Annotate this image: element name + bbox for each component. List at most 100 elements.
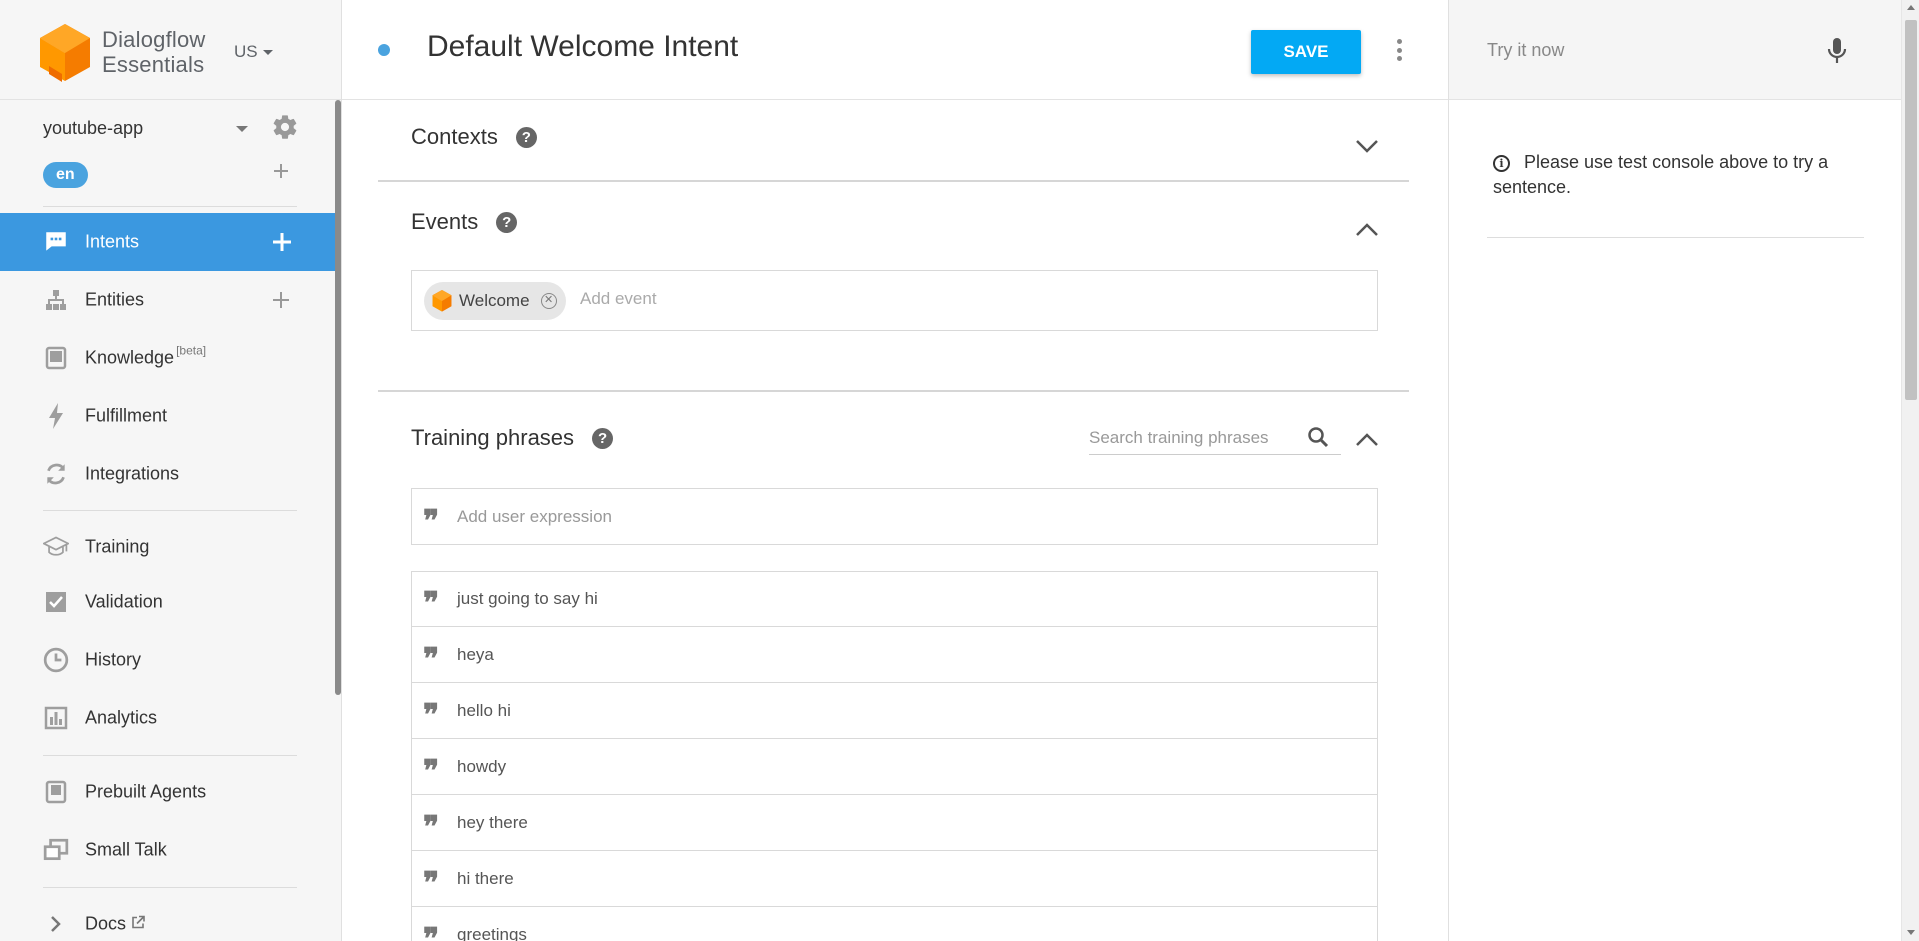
info-icon: i bbox=[1493, 155, 1510, 172]
remove-event-icon[interactable]: ✕ bbox=[540, 293, 557, 309]
training-phrase-text[interactable]: greetings bbox=[457, 925, 527, 941]
event-chip[interactable]: Welcome ✕ bbox=[424, 282, 566, 320]
training-phrase-text[interactable]: hi there bbox=[457, 869, 514, 889]
quote-icon: ❞ bbox=[423, 925, 439, 941]
search-icon[interactable] bbox=[1306, 425, 1330, 449]
graduation-cap-icon bbox=[43, 534, 69, 560]
sidebar-item-history[interactable]: History bbox=[0, 631, 335, 689]
sidebar-item-label: Prebuilt Agents bbox=[85, 781, 207, 802]
training-phrase-row[interactable]: ❞ just going to say hi bbox=[411, 571, 1378, 627]
training-phrase-row[interactable]: ❞ howdy bbox=[411, 739, 1378, 795]
chevron-up-icon[interactable] bbox=[1355, 432, 1379, 448]
training-phrase-row[interactable]: ❞ heya bbox=[411, 627, 1378, 683]
brand-line-2: Essentials bbox=[102, 52, 205, 77]
gear-icon[interactable] bbox=[271, 113, 299, 141]
agent-name: youtube-app bbox=[43, 118, 144, 138]
save-button[interactable]: SAVE bbox=[1251, 30, 1361, 74]
microphone-icon[interactable] bbox=[1827, 36, 1847, 66]
language-row: en bbox=[43, 162, 303, 188]
lightning-icon bbox=[43, 403, 69, 429]
clock-icon bbox=[43, 647, 69, 673]
language-badge[interactable]: en bbox=[43, 162, 88, 188]
sidebar-item-fulfillment[interactable]: Fulfillment bbox=[0, 387, 335, 445]
status-dot bbox=[378, 44, 390, 56]
add-entity-icon[interactable] bbox=[272, 291, 290, 309]
add-language-icon[interactable] bbox=[273, 163, 289, 179]
sync-icon bbox=[43, 461, 69, 487]
scroll-down-icon[interactable] bbox=[1907, 930, 1915, 935]
bar-chart-icon bbox=[43, 705, 69, 731]
sidebar-item-validation[interactable]: Validation bbox=[0, 573, 335, 631]
beta-badge: [beta] bbox=[176, 343, 207, 358]
sidebar-item-intents[interactable]: Intents bbox=[0, 213, 335, 271]
sidebar-item-entities[interactable]: Entities bbox=[0, 271, 335, 329]
add-event-placeholder[interactable]: Add event bbox=[580, 289, 657, 309]
test-console-input[interactable]: Try it now bbox=[1449, 0, 1902, 100]
sidebar-item-integrations[interactable]: Integrations bbox=[0, 445, 335, 503]
section-divider bbox=[378, 390, 1409, 392]
book-icon bbox=[43, 345, 69, 371]
divider bbox=[43, 206, 297, 207]
divider bbox=[43, 755, 297, 756]
add-user-expression-input[interactable]: ❞ Add user expression bbox=[411, 488, 1378, 545]
help-icon[interactable]: ? bbox=[515, 126, 537, 148]
training-phrases-section-header[interactable]: Training phrases ? bbox=[411, 425, 614, 451]
caret-down-icon[interactable] bbox=[236, 126, 248, 132]
page-scrollbar-thumb[interactable] bbox=[1905, 20, 1917, 400]
sidebar-item-label: Fulfillment bbox=[85, 405, 168, 426]
try-it-now-placeholder[interactable]: Try it now bbox=[1487, 40, 1564, 61]
sidebar-item-knowledge[interactable]: Knowledge [beta] bbox=[0, 329, 335, 387]
events-title: Events bbox=[411, 209, 479, 234]
sidebar-item-label: Validation bbox=[85, 591, 163, 612]
region-selector[interactable]: US bbox=[234, 42, 273, 62]
scroll-up-icon[interactable] bbox=[1907, 5, 1915, 10]
quote-icon: ❞ bbox=[423, 756, 440, 777]
training-phrase-text[interactable]: howdy bbox=[457, 757, 506, 777]
quote-icon: ❞ bbox=[423, 868, 440, 889]
events-section-header[interactable]: Events ? bbox=[411, 209, 518, 235]
search-placeholder: Search training phrases bbox=[1089, 428, 1269, 447]
event-chip-label: Welcome bbox=[459, 291, 530, 310]
page-scrollbar[interactable] bbox=[1901, 0, 1919, 941]
training-phrase-text[interactable]: hey there bbox=[457, 813, 528, 833]
sidebar-item-training[interactable]: Training bbox=[0, 518, 335, 576]
training-phrase-row[interactable]: ❞ greetings bbox=[411, 907, 1378, 941]
logo-row: Dialogflow Essentials US bbox=[0, 0, 341, 100]
training-phrase-text[interactable]: heya bbox=[457, 645, 494, 665]
sidebar-item-label-wrap: Docs bbox=[85, 914, 145, 935]
chevron-up-icon[interactable] bbox=[1355, 222, 1379, 238]
training-phrase-text[interactable]: just going to say hi bbox=[457, 589, 598, 609]
test-console-panel: Try it now i Please use test console abov… bbox=[1448, 0, 1902, 941]
help-icon[interactable]: ? bbox=[592, 427, 614, 449]
dialogflow-logo-icon[interactable] bbox=[40, 24, 90, 82]
sidebar-item-small-talk[interactable]: Small Talk bbox=[0, 821, 335, 879]
sidebar-item-analytics[interactable]: Analytics bbox=[0, 689, 335, 747]
agent-selector[interactable]: youtube-app bbox=[43, 115, 303, 141]
add-intent-icon[interactable] bbox=[272, 232, 292, 252]
quote-icon: ❞ bbox=[423, 700, 440, 721]
caret-down-icon bbox=[262, 49, 273, 55]
sidebar-item-docs[interactable]: Docs bbox=[0, 895, 335, 941]
chat-squares-icon bbox=[43, 837, 69, 863]
training-phrase-row[interactable]: ❞ hey there bbox=[411, 795, 1378, 851]
hierarchy-icon bbox=[43, 287, 69, 313]
region-label: US bbox=[234, 42, 258, 61]
intent-title[interactable]: Default Welcome Intent bbox=[427, 30, 738, 64]
divider bbox=[43, 510, 297, 511]
sidebar-item-label: Knowledge bbox=[85, 347, 175, 368]
sidebar-item-prebuilt-agents[interactable]: Prebuilt Agents bbox=[0, 763, 335, 821]
agent-book-icon bbox=[43, 779, 69, 805]
training-phrase-row[interactable]: ❞ hi there bbox=[411, 851, 1378, 907]
search-training-phrases-input[interactable]: Search training phrases bbox=[1089, 423, 1341, 455]
sidebar-scrollbar[interactable] bbox=[335, 100, 341, 695]
sidebar-item-label-wrap: Knowledge [beta] bbox=[85, 344, 206, 369]
training-phrase-text[interactable]: hello hi bbox=[457, 701, 511, 721]
contexts-section-header[interactable]: Contexts ? bbox=[411, 124, 537, 150]
add-expression-placeholder: Add user expression bbox=[457, 506, 612, 526]
chevron-down-icon[interactable] bbox=[1355, 138, 1379, 154]
help-icon[interactable]: ? bbox=[496, 211, 518, 233]
events-input[interactable]: Welcome ✕ Add event bbox=[411, 270, 1378, 331]
contexts-title: Contexts bbox=[411, 124, 498, 149]
more-options-icon[interactable] bbox=[1392, 36, 1406, 64]
training-phrase-row[interactable]: ❞ hello hi bbox=[411, 683, 1378, 739]
